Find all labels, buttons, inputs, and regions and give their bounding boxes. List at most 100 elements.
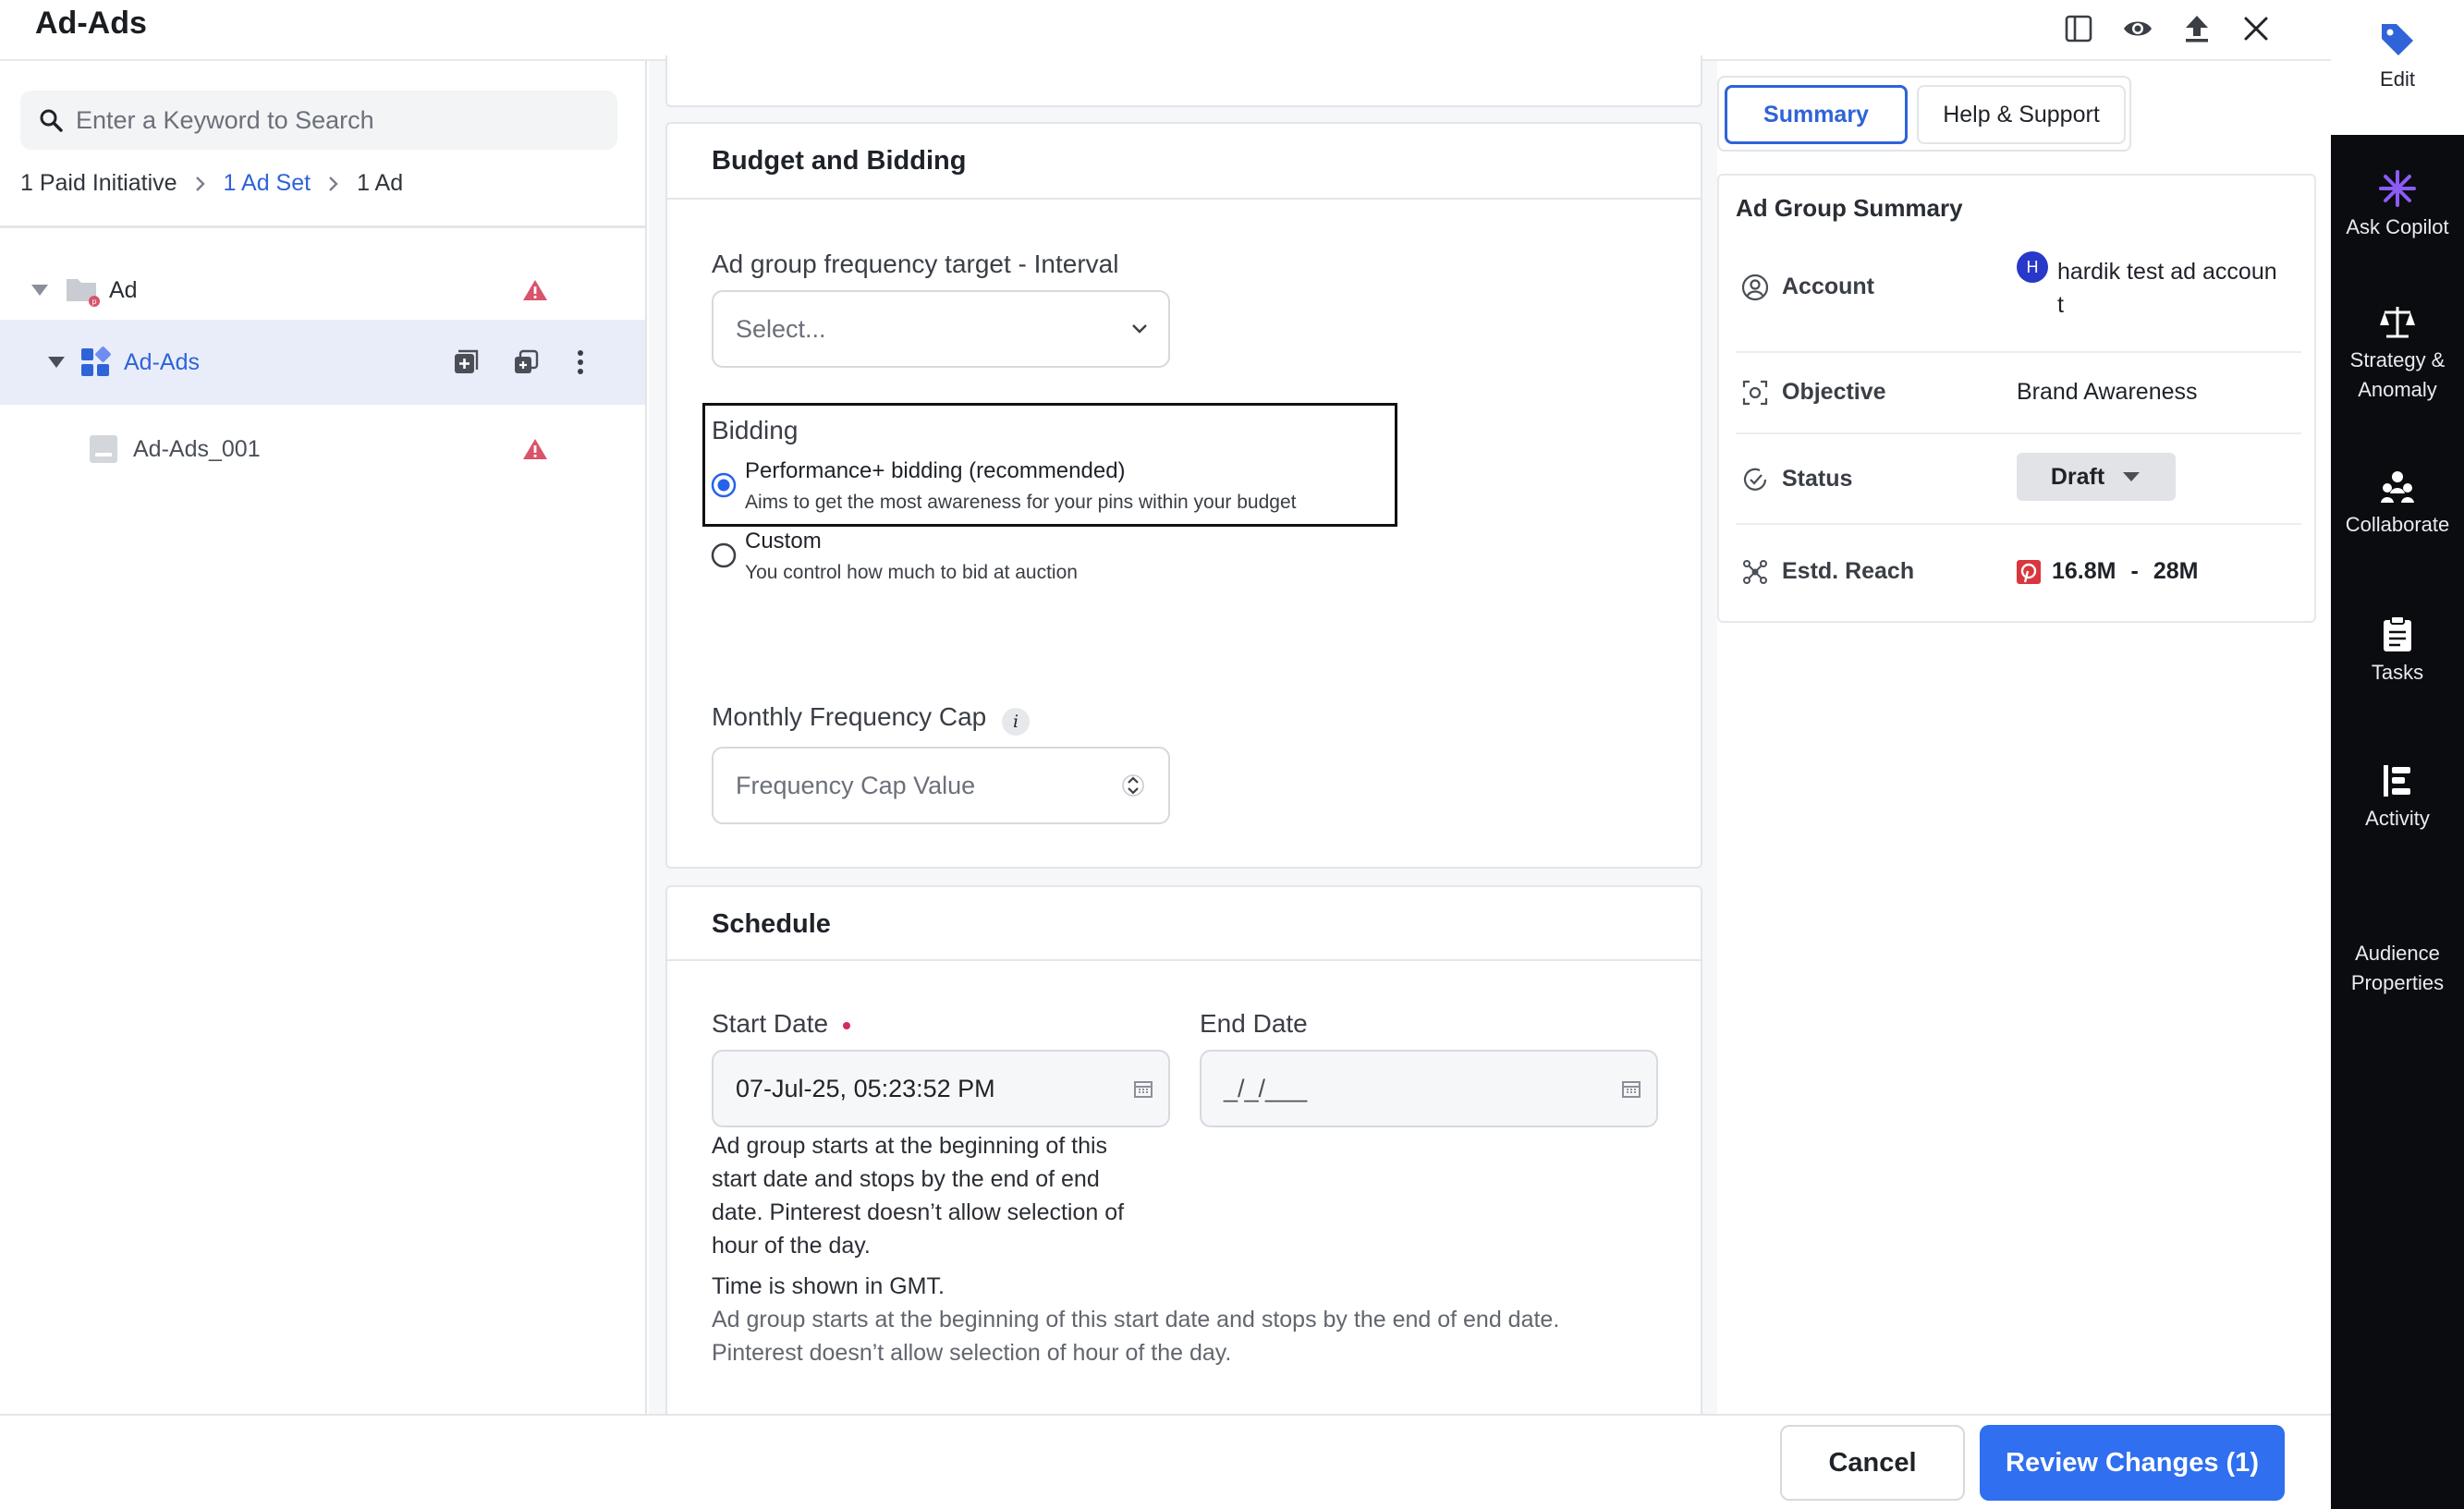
sparkle-icon	[2379, 170, 2416, 207]
option-title: Custom	[745, 529, 822, 554]
cancel-button[interactable]: Cancel	[1780, 1425, 1965, 1501]
page-title: Ad-Ads	[35, 6, 147, 41]
caret-down-icon[interactable]	[30, 283, 50, 298]
stepper-icon[interactable]	[1122, 769, 1144, 802]
info-icon[interactable]: i	[1002, 708, 1030, 736]
summary-row-objective: Objective Brand Awareness	[1736, 353, 2301, 434]
tree-item-ad-set[interactable]: Ad-Ads	[0, 320, 645, 405]
footer-bar: Cancel Review Changes (1)	[0, 1414, 2331, 1509]
review-changes-button[interactable]: Review Changes (1)	[1980, 1425, 2285, 1501]
scale-balance-icon	[2379, 305, 2416, 340]
breadcrumb-ad-set[interactable]: 1 Ad Set	[224, 170, 311, 197]
summary-value-account: hardik test ad accoun t	[2057, 255, 2277, 322]
end-date-placeholder: _/_/___	[1224, 1074, 1308, 1102]
end-date-input[interactable]: _/_/___	[1200, 1050, 1658, 1127]
panel-layout-icon[interactable]	[2055, 6, 2102, 52]
reach-high: 28M	[2153, 558, 2199, 584]
radio-custom-bidding[interactable]	[710, 542, 738, 569]
breadcrumb-paid-initiative[interactable]: 1 Paid Initiative	[20, 170, 177, 197]
rail-item-collaborate[interactable]: Collaborate	[2331, 469, 2464, 540]
option-title: Performance+ bidding (recommended)	[745, 458, 1126, 483]
pinterest-icon	[2017, 560, 2041, 584]
previous-section-card	[665, 55, 1702, 107]
section-title: Schedule	[712, 909, 831, 939]
summary-row-account: Account H hardik test ad accoun t	[1736, 251, 2301, 353]
rail-label: Activity	[2365, 807, 2430, 830]
start-date-input[interactable]: 07-Jul-25, 05:23:52 PM	[712, 1050, 1170, 1127]
bidding-label: Bidding	[712, 416, 799, 444]
warning-icon	[521, 437, 549, 461]
duplicate-icon[interactable]	[513, 349, 539, 375]
tab-summary[interactable]: Summary	[1725, 85, 1908, 144]
start-date-label-text: Start Date	[712, 1009, 829, 1038]
monthly-cap-label: Monthly Frequency Cap	[712, 702, 987, 731]
eye-icon[interactable]	[2115, 6, 2161, 52]
more-options-icon[interactable]	[575, 348, 586, 376]
close-icon[interactable]	[2233, 6, 2279, 52]
rail-item-tasks[interactable]: Tasks	[2331, 615, 2464, 688]
end-date-label: End Date	[1200, 1009, 1308, 1038]
status-value: Draft	[2050, 463, 2105, 490]
warning-icon	[521, 278, 549, 302]
tree-item-ad-child[interactable]: Ad-Ads_001	[0, 405, 645, 493]
chevron-down-icon	[1131, 323, 1148, 335]
summary-key: Account	[1782, 274, 1874, 299]
search-icon	[39, 108, 63, 132]
help-line: hour of the day.	[712, 1233, 871, 1259]
rail-label: Audience Properties	[2351, 939, 2444, 998]
help-line: date. Pinterest doesn’t allow selection …	[712, 1199, 1125, 1225]
ad-thumbnail-icon	[89, 434, 118, 464]
upload-icon[interactable]	[2174, 6, 2220, 52]
tab-help-support[interactable]: Help & Support	[1917, 85, 2126, 144]
ad-set-icon	[79, 347, 111, 378]
rail-label-line: Properties	[2350, 971, 2445, 994]
radio-performance-bidding[interactable]	[710, 471, 738, 499]
rail-label-line: Strategy &	[2349, 348, 2446, 371]
calendar-icon[interactable]	[1621, 1078, 1641, 1099]
caret-down-icon[interactable]	[46, 355, 67, 370]
search-box	[20, 91, 617, 150]
summary-title: Ad Group Summary	[1736, 194, 1963, 222]
option-description: Aims to get the most awareness for your …	[745, 492, 1297, 513]
rail-label-line: Audience	[2355, 942, 2440, 965]
input-placeholder: Frequency Cap Value	[736, 771, 976, 799]
calendar-icon[interactable]	[1133, 1078, 1153, 1099]
network-icon	[1741, 558, 1769, 586]
rail-item-audience-properties[interactable]: Audience Properties	[2331, 933, 2464, 998]
start-date-help: Ad group starts at the beginning of this…	[712, 1129, 1124, 1262]
frequency-cap-input[interactable]: Frequency Cap Value	[712, 747, 1170, 824]
rail-item-strategy-anomaly[interactable]: Strategy & Anomaly	[2331, 305, 2464, 405]
schedule-note: Ad group starts at the beginning of this…	[712, 1303, 1559, 1369]
activity-timeline-icon	[2382, 763, 2413, 798]
account-value-line: t	[2057, 292, 2064, 318]
folder-icon: p	[65, 274, 102, 307]
chevron-right-icon	[194, 175, 207, 193]
breadcrumb: 1 Paid Initiative 1 Ad Set 1 Ad	[20, 170, 403, 197]
rail-item-ask-copilot[interactable]: Ask Copilot	[2331, 170, 2464, 242]
note-line: Pinterest doesn’t allow selection of hou…	[712, 1340, 1232, 1366]
frequency-interval-select[interactable]: Select...	[712, 290, 1170, 368]
timezone-note: Time is shown in GMT.	[712, 1273, 945, 1299]
tag-icon	[2378, 20, 2417, 59]
summary-row-status: Status Draft	[1736, 434, 2301, 525]
frequency-interval-label: Ad group frequency target - Interval	[712, 249, 1119, 278]
status-check-icon	[1741, 466, 1769, 493]
rail-item-activity[interactable]: Activity	[2331, 763, 2464, 834]
summary-key: Estd. Reach	[1782, 558, 1915, 584]
add-ad-icon[interactable]	[453, 349, 479, 375]
summary-row-reach: Estd. Reach 16.8M - 28M	[1736, 527, 2301, 617]
svg-text:p: p	[91, 298, 96, 306]
caret-down-icon	[2121, 470, 2141, 483]
status-dropdown[interactable]: Draft	[2017, 453, 2176, 501]
breadcrumb-ad[interactable]: 1 Ad	[357, 170, 403, 197]
search-input[interactable]	[74, 104, 595, 136]
target-scan-icon	[1741, 379, 1769, 407]
start-date-value: 07-Jul-25, 05:23:52 PM	[736, 1074, 995, 1102]
divider	[667, 959, 1701, 961]
reach-range: 16.8M - 28M	[2052, 558, 2198, 585]
reach-separator: -	[2130, 558, 2139, 584]
rail-item-edit[interactable]: Edit	[2331, 0, 2464, 135]
tree-item-label: Ad-Ads	[124, 348, 200, 375]
tree-item-label: Ad	[109, 276, 138, 303]
rail-label-line: Anomaly	[2358, 378, 2437, 401]
